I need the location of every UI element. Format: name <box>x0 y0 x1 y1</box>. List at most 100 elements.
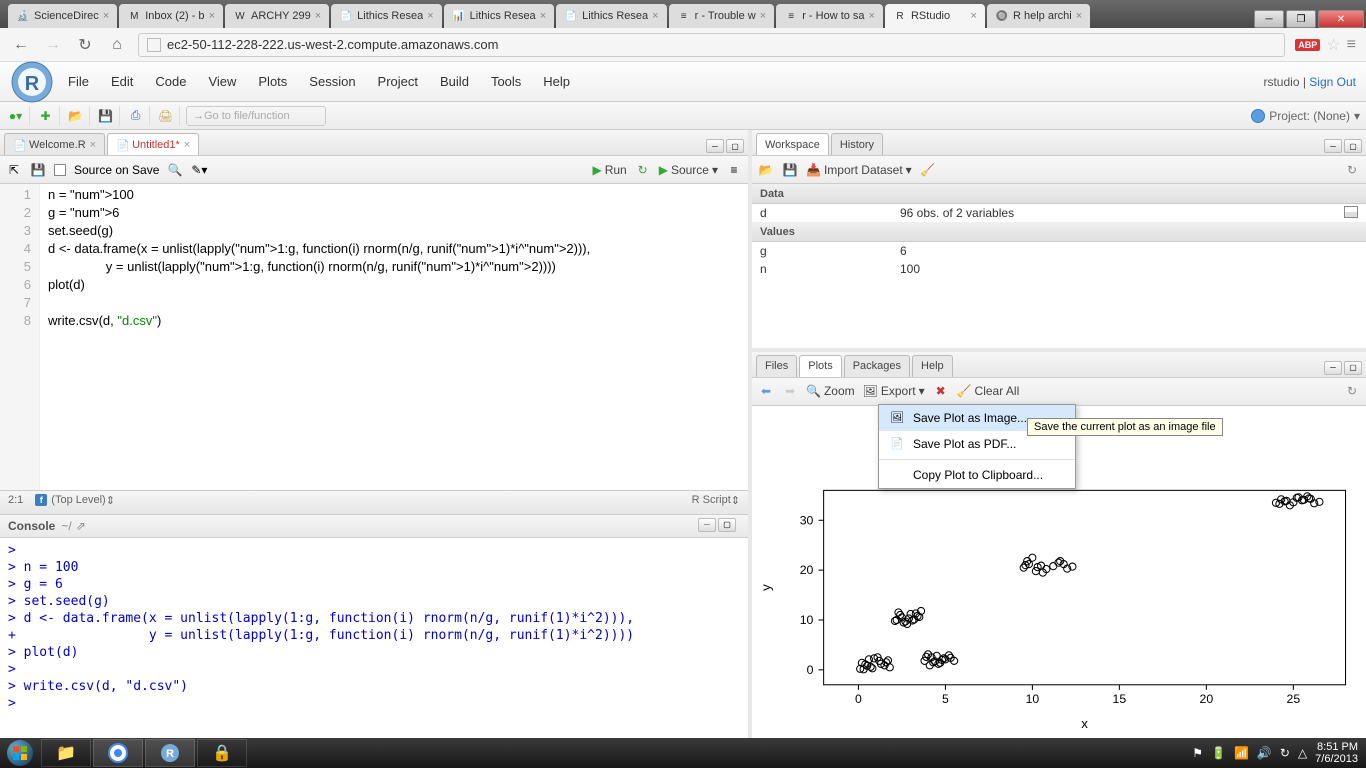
wand-icon[interactable]: ✎▾ <box>191 162 207 178</box>
menu-tools[interactable]: Tools <box>491 74 521 89</box>
taskbar-app[interactable]: 🔒 <box>197 739 247 767</box>
grid-icon[interactable] <box>1344 206 1358 218</box>
save-icon[interactable]: 💾 <box>782 162 798 178</box>
browser-tab[interactable]: RRStudio× <box>885 4 985 28</box>
close-tab-icon[interactable]: × <box>315 10 321 22</box>
tray-battery-icon[interactable]: 🔋 <box>1211 746 1226 760</box>
workspace-row[interactable]: g6 <box>752 242 1366 260</box>
reload-button[interactable]: ↻ <box>74 34 96 56</box>
maximize-button[interactable]: ❐ <box>1286 10 1316 28</box>
start-button[interactable] <box>0 738 40 768</box>
source-on-save-checkbox[interactable] <box>54 164 66 176</box>
browser-tab[interactable]: 📊Lithics Resea× <box>444 4 554 28</box>
tray-sync-icon[interactable]: ↻ <box>1280 746 1290 760</box>
goto-file-input[interactable]: Go to file/function <box>186 106 326 126</box>
refresh-icon[interactable]: ↻ <box>1344 383 1360 399</box>
print-icon[interactable]: 🖨 <box>156 106 180 126</box>
tray-flag-icon[interactable]: ⚑ <box>1192 746 1203 760</box>
tray-drive-icon[interactable]: △ <box>1298 746 1307 760</box>
tab-files[interactable]: Files <box>756 355 797 377</box>
close-tab-icon[interactable]: × <box>652 10 658 22</box>
pane-maximize-icon[interactable]: ▢ <box>718 518 736 532</box>
browser-tab[interactable]: 🔬ScienceDirec× <box>8 4 117 28</box>
remove-plot-icon[interactable]: ✖ <box>933 383 949 399</box>
taskbar-clock[interactable]: 8:51 PM 7/6/2013 <box>1315 741 1358 765</box>
project-menu[interactable]: Project: (None) ▾ <box>1251 109 1360 123</box>
browser-tab[interactable]: WARCHY 299× <box>225 4 329 28</box>
tab-welcome[interactable]: 📄 Welcome.R × <box>4 133 105 155</box>
tab-untitled[interactable]: 📄 Untitled1* × <box>107 133 199 155</box>
minimize-button[interactable]: ─ <box>1254 10 1284 28</box>
close-tab-icon[interactable]: × <box>971 10 977 22</box>
console-output[interactable]: > > n = 100 > g = 6 > set.seed(g) > d <-… <box>0 538 748 738</box>
taskbar-explorer[interactable]: 📁 <box>41 739 91 767</box>
tab-help[interactable]: Help <box>912 355 953 377</box>
code-editor[interactable]: 12345678 n = "num">100 g = "num">6 set.s… <box>0 184 748 490</box>
browser-tab[interactable]: ≡r - Trouble w× <box>669 4 775 28</box>
browser-tab[interactable]: 📄Lithics Resea× <box>331 4 441 28</box>
close-button[interactable]: ✕ <box>1318 10 1364 28</box>
home-button[interactable]: ⌂ <box>106 34 128 56</box>
menu-edit[interactable]: Edit <box>111 74 133 89</box>
browser-tab[interactable]: ≡r - How to sa× <box>776 4 883 28</box>
browser-tab[interactable]: MInbox (2) - b× <box>119 4 223 28</box>
rerun-icon[interactable]: ↻ <box>635 162 651 178</box>
workspace-row[interactable]: n100 <box>752 260 1366 278</box>
tab-workspace[interactable]: Workspace <box>756 133 829 155</box>
close-tab-icon[interactable]: × <box>869 10 875 22</box>
adblock-icon[interactable]: ABP <box>1295 39 1320 51</box>
close-tab-icon[interactable]: × <box>540 10 546 22</box>
source-button[interactable]: ▶Source ▾ <box>659 163 718 177</box>
signout-link[interactable]: Sign Out <box>1309 75 1356 89</box>
refresh-icon[interactable]: ↻ <box>1344 162 1360 178</box>
menu-build[interactable]: Build <box>440 74 469 89</box>
close-tab-icon[interactable]: × <box>103 10 109 22</box>
menu-plots[interactable]: Plots <box>258 74 287 89</box>
tray-volume-icon[interactable]: 🔊 <box>1257 746 1272 760</box>
pane-maximize-icon[interactable]: ▢ <box>726 139 744 153</box>
tab-history[interactable]: History <box>831 133 883 155</box>
clear-all-button[interactable]: 🧹 Clear All <box>957 384 1020 398</box>
copy-to-clipboard-item[interactable]: Copy Plot to Clipboard... <box>879 462 1075 488</box>
back-button[interactable]: ← <box>10 34 32 56</box>
pane-minimize-icon[interactable]: ─ <box>1324 139 1342 153</box>
pane-minimize-icon[interactable]: ─ <box>1324 361 1342 375</box>
outline-icon[interactable]: ≡ <box>726 162 742 178</box>
save-all-icon[interactable]: ⎙ <box>126 106 150 126</box>
tab-packages[interactable]: Packages <box>844 355 910 377</box>
taskbar-rstudio[interactable]: R <box>145 739 195 767</box>
pane-maximize-icon[interactable]: ▢ <box>1344 361 1362 375</box>
import-dataset-button[interactable]: 📥 Import Dataset▾ <box>806 163 912 177</box>
run-button[interactable]: ▶Run <box>592 163 626 177</box>
menu-help[interactable]: Help <box>543 74 570 89</box>
new-project-icon[interactable]: ✚ <box>36 106 60 126</box>
pane-minimize-icon[interactable]: ─ <box>698 518 716 532</box>
load-icon[interactable]: 📂 <box>758 162 774 178</box>
plot-next-icon[interactable]: ➡ <box>782 383 798 399</box>
tab-plots[interactable]: Plots <box>799 355 841 377</box>
browser-tab[interactable]: 📄Lithics Resea× <box>556 4 666 28</box>
scope-label[interactable]: (Top Level) <box>51 494 105 506</box>
console-popout-icon[interactable]: ⇗ <box>76 519 86 533</box>
address-bar[interactable]: ec2-50-112-228-222.us-west-2.compute.ama… <box>138 33 1285 57</box>
export-button[interactable]: 🖼 Export▾ <box>863 384 925 398</box>
close-tab-icon[interactable]: × <box>427 10 433 22</box>
code-content[interactable]: n = "num">100 g = "num">6 set.seed(g) d … <box>40 184 748 490</box>
menu-session[interactable]: Session <box>309 74 355 89</box>
close-tab-icon[interactable]: × <box>1076 10 1082 22</box>
new-file-icon[interactable]: ●▾ <box>6 106 30 126</box>
workspace-row[interactable]: d96 obs. of 2 variables <box>752 204 1366 222</box>
popout-icon[interactable]: ⇱ <box>6 162 22 178</box>
file-mode[interactable]: R Script <box>692 494 731 506</box>
find-icon[interactable]: 🔍 <box>167 162 183 178</box>
menu-project[interactable]: Project <box>378 74 418 89</box>
zoom-button[interactable]: 🔍 Zoom <box>806 384 855 398</box>
pane-minimize-icon[interactable]: ─ <box>706 139 724 153</box>
browser-tab[interactable]: 🔘R help archi× <box>987 4 1090 28</box>
tray-network-icon[interactable]: 📶 <box>1234 746 1249 760</box>
close-tab-icon[interactable]: × <box>90 139 96 151</box>
pane-maximize-icon[interactable]: ▢ <box>1344 139 1362 153</box>
close-tab-icon[interactable]: × <box>184 139 190 151</box>
close-tab-icon[interactable]: × <box>760 10 766 22</box>
taskbar-chrome[interactable] <box>93 739 143 767</box>
